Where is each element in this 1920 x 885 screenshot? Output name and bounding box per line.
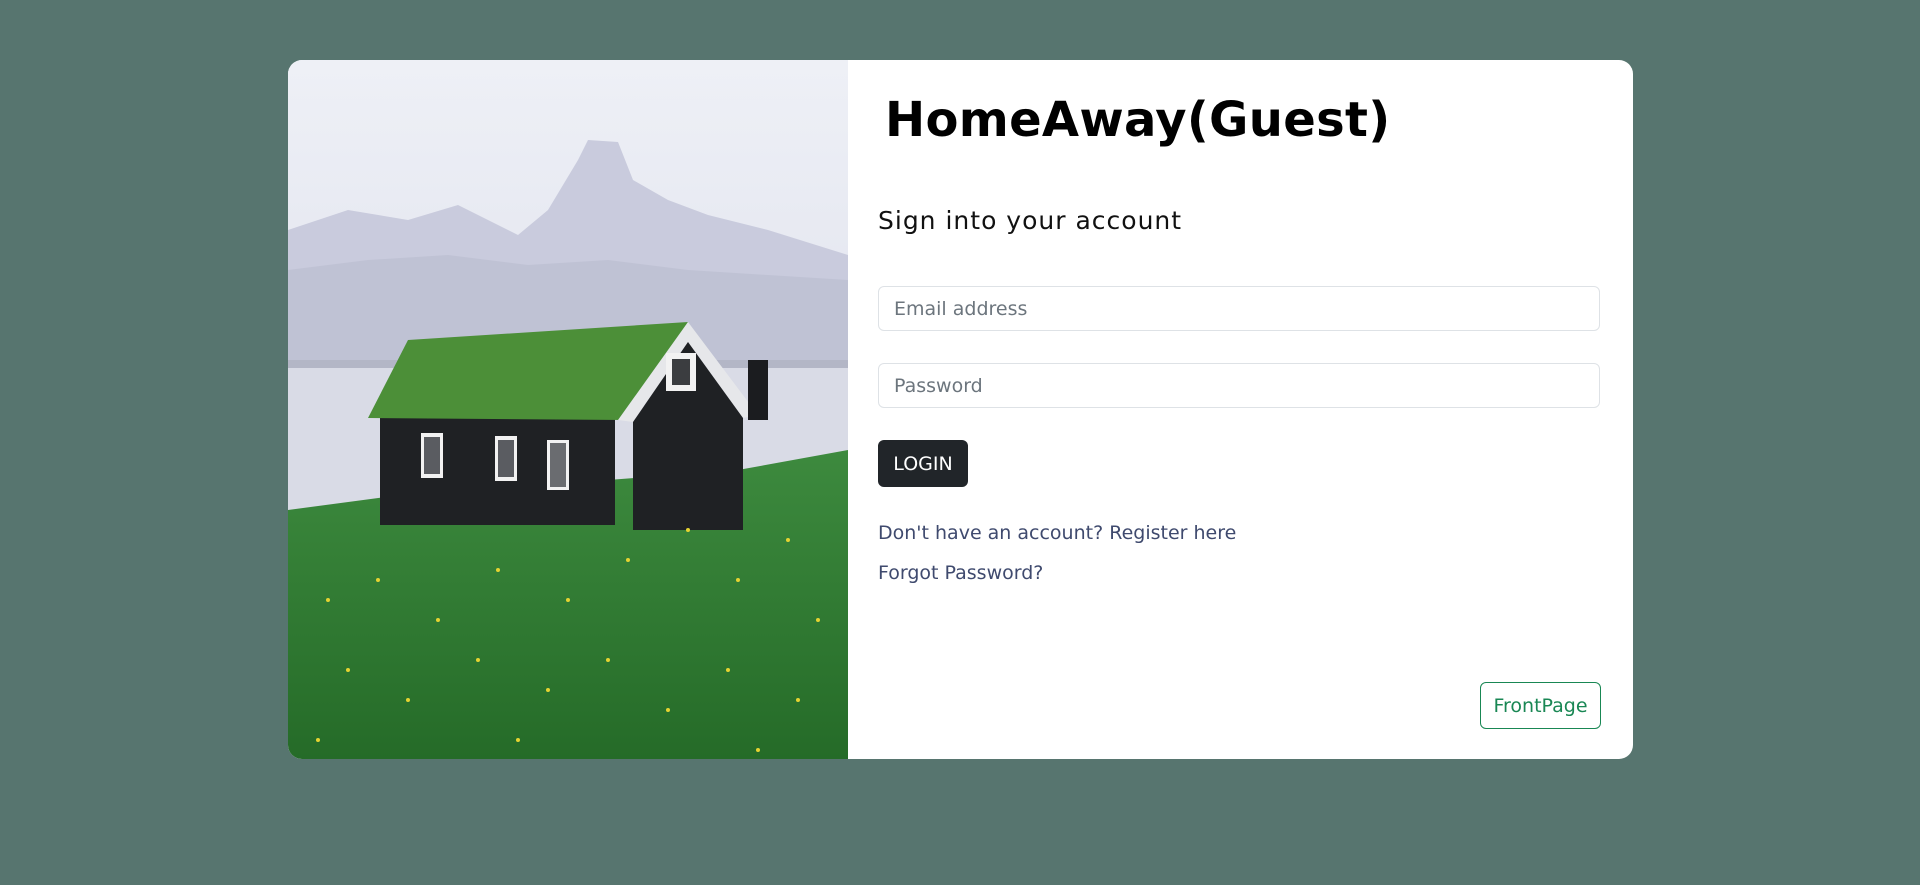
password-input[interactable] [878, 363, 1600, 408]
login-button[interactable]: LOGIN [878, 440, 968, 487]
frontpage-button[interactable]: FrontPage [1480, 682, 1601, 729]
app-title: HomeAway(Guest) [885, 92, 1391, 148]
email-input[interactable] [878, 286, 1600, 331]
forgot-password-link[interactable]: Forgot Password? [878, 562, 1043, 584]
register-prompt: Don't have an account? Register here [878, 522, 1236, 544]
hero-image [288, 60, 848, 759]
register-prefix: Don't have an account? [878, 522, 1110, 544]
login-card: HomeAway(Guest) Sign into your account L… [288, 60, 1633, 759]
login-panel: HomeAway(Guest) Sign into your account L… [848, 60, 1633, 759]
sign-in-heading: Sign into your account [878, 206, 1183, 235]
grass-roof-house-illustration [288, 60, 848, 759]
register-link[interactable]: Register here [1109, 522, 1236, 544]
